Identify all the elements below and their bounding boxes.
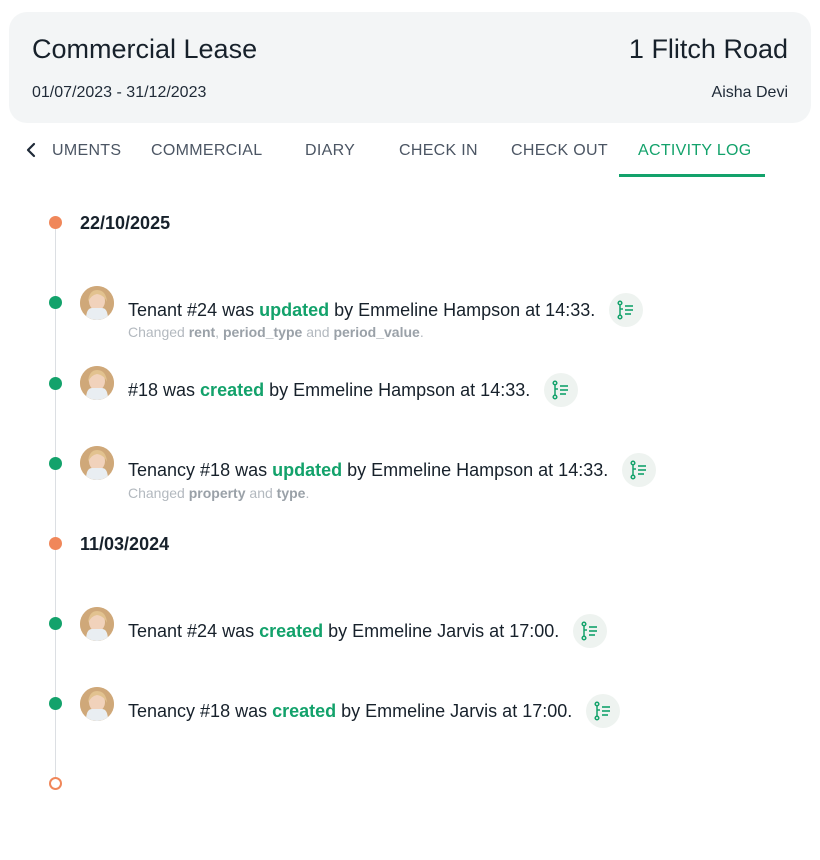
view-details-button[interactable] — [622, 453, 657, 487]
entry-subject: #18 was — [128, 379, 196, 400]
changes-end: . — [419, 324, 424, 340]
tab-activity-log[interactable]: ACTIVITY LOG — [638, 142, 752, 160]
entry-marker — [49, 457, 62, 470]
list-tree-icon — [581, 621, 598, 641]
avatar — [80, 607, 114, 641]
date-heading: 11/03/2024 — [80, 534, 170, 554]
tab-bar: UMENTS COMMERCIAL DIARY CHECK IN CHECK O… — [0, 128, 820, 180]
entry-author-time: by Emmeline Hampson at 14:33. — [269, 379, 531, 400]
page-title: Commercial Lease — [32, 34, 258, 64]
entry-marker — [49, 697, 62, 710]
changes-separator: , — [215, 324, 220, 340]
entry-marker — [49, 296, 62, 309]
changes-end: . — [305, 485, 310, 501]
entry-action: updated — [272, 459, 343, 480]
tab-diary[interactable]: DIARY — [305, 142, 355, 160]
entry-subject: Tenancy #18 was — [128, 700, 268, 721]
tenant-name: Aisha Devi — [711, 84, 788, 101]
entry-author-time: by Emmeline Hampson at 14:33. — [347, 459, 609, 480]
avatar — [80, 687, 114, 721]
tab-documents[interactable]: UMENTS — [52, 142, 121, 160]
changes-separator: and — [306, 324, 330, 340]
avatar — [80, 286, 114, 320]
entry-marker — [49, 617, 62, 630]
view-details-button[interactable] — [573, 614, 608, 648]
activity-entry: Tenancy #18 was created by Emmeline Jarv… — [128, 694, 621, 728]
timeline-end-marker — [49, 777, 62, 790]
list-tree-icon — [617, 300, 634, 320]
entry-changes: Changed property and type. — [128, 485, 309, 501]
activity-entry: #18 was created by Emmeline Hampson at 1… — [128, 373, 579, 407]
lease-dates: 01/07/2023 - 31/12/2023 — [32, 84, 207, 101]
list-tree-icon — [630, 460, 647, 480]
entry-subject: Tenancy #18 was — [128, 459, 268, 480]
view-details-button[interactable] — [544, 373, 579, 407]
entry-author-time: by Emmeline Hampson at 14:33. — [334, 299, 596, 320]
entry-subject: Tenant #24 was — [128, 620, 255, 641]
view-details-button[interactable] — [586, 694, 621, 728]
changed-field: rent — [188, 324, 216, 340]
changes-separator: and — [249, 485, 273, 501]
tab-check-in[interactable]: CHECK IN — [399, 142, 478, 160]
view-details-button[interactable] — [609, 293, 644, 327]
activity-entry: Tenant #24 was updated by Emmeline Hamps… — [128, 293, 644, 327]
header-card: Commercial Lease 1 Flitch Road 01/07/202… — [9, 12, 811, 123]
avatar — [80, 446, 114, 480]
entry-marker — [49, 377, 62, 390]
list-tree-icon — [594, 701, 611, 721]
changed-field: period_type — [222, 324, 303, 340]
changed-field: type — [276, 485, 306, 501]
entry-author-time: by Emmeline Jarvis at 17:00. — [341, 700, 573, 721]
activity-entry: Tenancy #18 was updated by Emmeline Hamp… — [128, 453, 657, 487]
list-tree-icon — [552, 380, 569, 400]
tab-commercial[interactable]: COMMERCIAL — [151, 142, 262, 160]
entry-action: updated — [259, 299, 330, 320]
changes-prefix: Changed — [128, 485, 185, 501]
tab-check-out[interactable]: CHECK OUT — [511, 142, 608, 160]
entry-author-time: by Emmeline Jarvis at 17:00. — [328, 620, 560, 641]
active-tab-indicator — [619, 174, 765, 177]
date-heading: 22/10/2025 — [80, 213, 171, 233]
date-marker — [49, 216, 62, 229]
activity-entry: Tenant #24 was created by Emmeline Jarvi… — [128, 614, 608, 648]
date-marker — [49, 537, 62, 550]
chevron-left-icon[interactable] — [24, 140, 40, 160]
entry-subject: Tenant #24 was — [128, 299, 255, 320]
changed-field: property — [188, 485, 246, 501]
property-address: 1 Flitch Road — [628, 34, 788, 64]
changes-prefix: Changed — [128, 324, 185, 340]
entry-action: created — [272, 700, 337, 721]
changed-field: period_value — [333, 324, 420, 340]
avatar — [80, 366, 114, 400]
entry-action: created — [200, 379, 265, 400]
entry-action: created — [259, 620, 324, 641]
entry-changes: Changed rent, period_type and period_val… — [128, 324, 424, 340]
